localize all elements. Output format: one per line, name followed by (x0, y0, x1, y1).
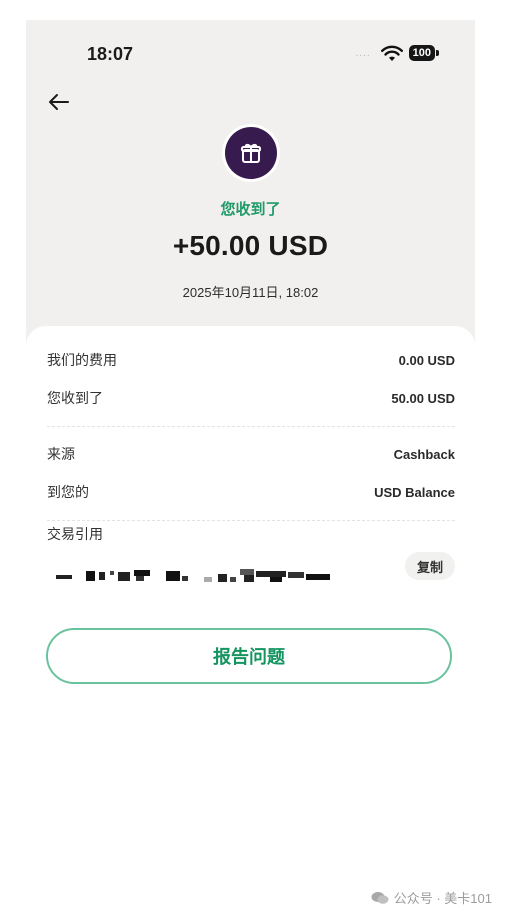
received-row-label: 您收到了 (47, 390, 103, 406)
report-problem-button[interactable]: 报告问题 (46, 628, 452, 684)
gift-icon (241, 143, 261, 163)
to-value: USD Balance (374, 484, 455, 500)
redacted-reference (56, 569, 330, 582)
status-icons: .... 100 (355, 44, 440, 62)
gift-badge (222, 124, 280, 182)
watermark: 公众号 · 美卡101 (371, 888, 492, 907)
received-row-value: 50.00 USD (391, 390, 455, 406)
fee-value: 0.00 USD (398, 352, 455, 368)
divider (47, 520, 455, 521)
fee-row: 我们的费用 0.00 USD (47, 350, 455, 370)
copy-button[interactable]: 复制 (405, 552, 455, 580)
gift-circle (225, 127, 277, 179)
fee-label: 我们的费用 (47, 352, 117, 368)
signal-dots: .... (355, 47, 371, 59)
details-card: 我们的费用 0.00 USD 您收到了 50.00 USD 来源 Cashbac… (26, 326, 475, 720)
source-value: Cashback (393, 446, 455, 462)
watermark-text: 公众号 · 美卡101 (393, 891, 492, 906)
source-label: 来源 (47, 446, 75, 462)
header-area: 18:07 .... 100 您收到了 +50.00 USD 2025年10月1… (26, 20, 475, 350)
wifi-icon (380, 45, 403, 61)
source-row: 来源 Cashback (47, 444, 455, 464)
received-label: 您收到了 (220, 201, 281, 218)
arrow-left-icon[interactable] (46, 89, 72, 115)
to-label: 到您的 (47, 484, 89, 500)
amount: +50.00 USD (172, 230, 329, 261)
transaction-date: 2025年10月11日, 18:02 (182, 285, 319, 300)
wechat-icon (371, 891, 389, 904)
transaction-screen: 18:07 .... 100 您收到了 +50.00 USD 2025年10月1… (26, 20, 475, 720)
received-row: 您收到了 50.00 USD (47, 388, 455, 408)
reference-label: 交易引用 (47, 526, 103, 542)
status-time: 18:07 (87, 44, 134, 64)
divider (47, 426, 455, 427)
to-row: 到您的 USD Balance (47, 482, 455, 502)
battery-icon: 100 (408, 45, 440, 61)
